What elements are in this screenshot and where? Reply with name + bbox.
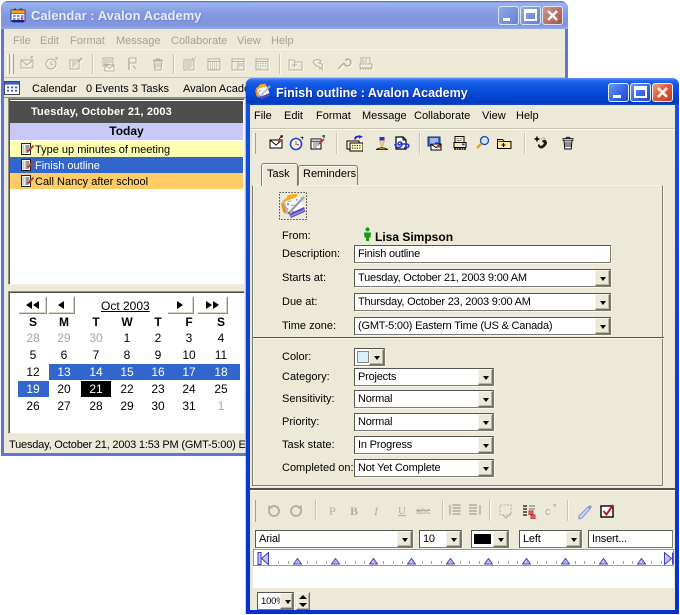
svg-text:B: B	[350, 504, 358, 518]
svg-text:c: c	[545, 506, 551, 518]
svg-text:P: P	[329, 504, 336, 518]
svg-text:I: I	[373, 504, 379, 518]
svg-text:U: U	[398, 505, 406, 517]
